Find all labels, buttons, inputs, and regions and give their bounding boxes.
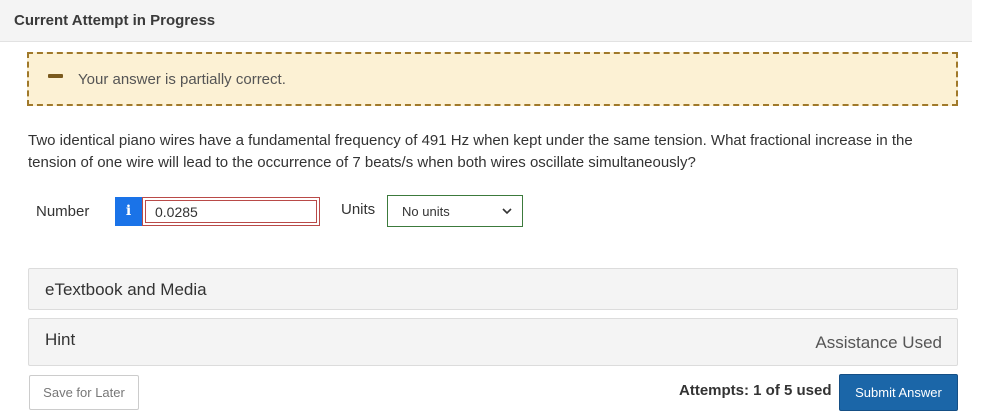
question-text: Two identical piano wires have a fundame… xyxy=(28,132,913,171)
feedback-text: Your answer is partially correct. xyxy=(78,71,286,88)
save-for-later-button[interactable]: Save for Later xyxy=(29,375,139,410)
submit-answer-button[interactable]: Submit Answer xyxy=(839,374,958,411)
chevron-down-icon xyxy=(502,208,512,215)
units-label: Units xyxy=(341,201,376,218)
etextbook-media-label: eTextbook and Media xyxy=(45,280,207,299)
partial-correct-dash-icon xyxy=(48,74,63,78)
info-icon[interactable]: i xyxy=(115,197,142,226)
etextbook-media-panel[interactable]: eTextbook and Media xyxy=(28,268,958,310)
number-input-value[interactable]: 0.0285 xyxy=(145,200,317,223)
page-title: Current Attempt in Progress xyxy=(14,12,216,29)
hint-panel[interactable]: Hint Assistance Used xyxy=(28,318,958,366)
number-label: Number xyxy=(36,203,90,220)
feedback-box: Your answer is partially correct. xyxy=(27,52,958,106)
attempts-counter: Attempts: 1 of 5 used xyxy=(679,382,832,399)
answer-row: Number i 0.0285 Units No units xyxy=(0,195,995,229)
units-select[interactable]: No units xyxy=(387,195,523,227)
header-bar: Current Attempt in Progress xyxy=(0,0,972,42)
assistance-used-label: Assistance Used xyxy=(815,333,942,352)
hint-label: Hint xyxy=(45,330,76,349)
number-input[interactable]: 0.0285 xyxy=(142,197,320,226)
units-selected-value: No units xyxy=(402,204,450,219)
